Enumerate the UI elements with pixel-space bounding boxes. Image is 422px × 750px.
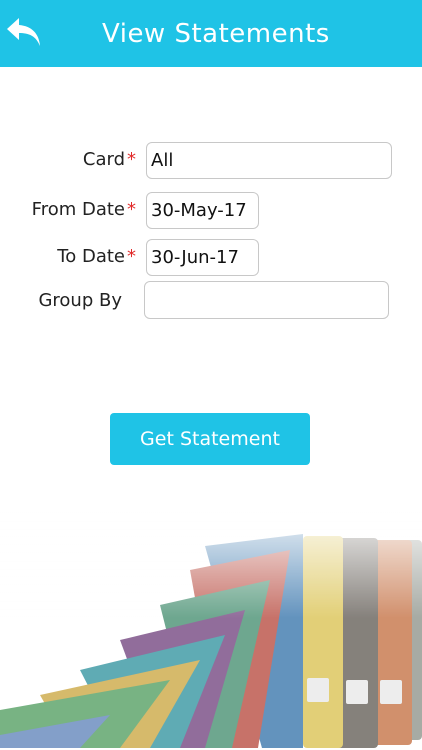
required-mark: * — [127, 199, 136, 220]
app-header: View Statements — [0, 0, 422, 67]
to-date-label: To Date * — [10, 246, 136, 267]
from-date-label-text: From Date — [31, 199, 125, 220]
required-mark: * — [127, 149, 136, 170]
to-date-field[interactable] — [146, 239, 259, 276]
page-title: View Statements — [102, 19, 330, 49]
credit-cards-illustration — [0, 510, 422, 750]
required-mark: * — [127, 246, 136, 267]
back-button[interactable] — [2, 12, 48, 54]
card-label-text: Card — [82, 149, 125, 170]
get-statement-button[interactable]: Get Statement — [110, 413, 310, 465]
group-by-label: Group By — [38, 290, 122, 311]
from-date-field[interactable] — [146, 192, 259, 229]
card-label: Card * — [40, 149, 136, 170]
to-date-label-text: To Date — [57, 246, 125, 267]
back-arrow-icon — [7, 18, 40, 46]
from-date-label: From Date * — [10, 199, 136, 220]
card-select[interactable] — [146, 142, 392, 179]
group-by-field[interactable] — [144, 281, 389, 319]
